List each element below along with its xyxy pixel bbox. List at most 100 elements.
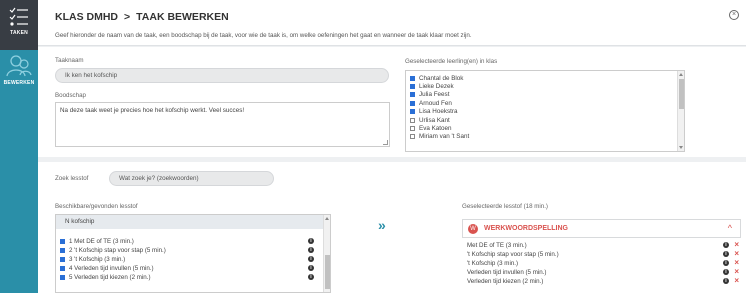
selected-item-label: Verleden tijd invullen (5 min.) xyxy=(467,269,547,276)
lesstof-panel: Zoek lesstof Wat zoek je? (zoekwoorden) … xyxy=(38,162,746,293)
taskname-input[interactable]: Ik ken het kofschip xyxy=(55,68,389,83)
checkbox[interactable] xyxy=(410,109,415,115)
resize-handle-icon[interactable] xyxy=(383,140,388,145)
scrollbar-thumb[interactable] xyxy=(325,255,330,289)
selected-list: Met DE of TE (3 min.) i × 't Kofschip stap… xyxy=(462,240,741,293)
available-label: Beschikbare/gevonden lesstof xyxy=(55,203,138,210)
students-label: Geselecteerde leerling(en) in klas xyxy=(405,58,498,65)
student-item[interactable]: Miriam van 't Sant xyxy=(410,133,680,141)
selected-item-label: 't Kofschip (3 min.) xyxy=(467,260,519,267)
scroll-down-icon[interactable] xyxy=(679,146,683,149)
student-list[interactable]: Chantal de Blok Lieke Dezek Julia Feest … xyxy=(405,70,685,152)
category-badge-icon: W xyxy=(468,223,478,234)
info-icon[interactable]: i xyxy=(308,247,314,253)
info-icon[interactable]: i xyxy=(308,238,314,244)
remove-icon[interactable]: × xyxy=(734,258,739,267)
selected-item-label: Verleden tijd kiezen (2 min.) xyxy=(467,278,544,285)
checkbox[interactable] xyxy=(410,75,415,81)
info-icon[interactable]: i xyxy=(308,265,314,271)
remove-icon[interactable]: × xyxy=(734,276,739,285)
available-item[interactable]: 5 Verleden tijd kiezen (2 min.) i xyxy=(56,273,324,282)
student-name: Chantal de Blok xyxy=(419,74,464,82)
checkbox[interactable] xyxy=(60,257,65,262)
info-icon[interactable]: i xyxy=(723,242,729,248)
instruction-text: Geef hieronder de naam van de taak, een … xyxy=(55,32,472,39)
page-header: KLAS DMHD > TAAK BEWERKEN × Geef hierond… xyxy=(38,0,746,46)
student-item[interactable]: Chantal de Blok xyxy=(410,74,680,82)
student-list-scrollbar[interactable] xyxy=(677,71,684,151)
student-item[interactable]: Julia Feest xyxy=(410,91,680,99)
student-name: Urlisa Kant xyxy=(419,116,450,124)
selected-item: Verleden tijd invullen (5 min.) i × xyxy=(467,267,741,277)
task-details-panel: Taaknaam Ik ken het kofschip Boodschap N… xyxy=(38,47,746,157)
breadcrumb-class[interactable]: KLAS DMHD xyxy=(55,11,118,23)
sidebar-item-label: TAKEN xyxy=(10,30,28,36)
page-title: TAAK BEWERKEN xyxy=(136,11,229,23)
student-item[interactable]: Urlisa Kant xyxy=(410,116,680,124)
available-item[interactable]: 1 Met DE of TE (3 min.) i xyxy=(56,237,324,246)
remove-icon[interactable]: × xyxy=(734,240,739,249)
student-name: Arnoud Fen xyxy=(419,99,452,107)
remove-icon[interactable]: × xyxy=(734,249,739,258)
student-name: Lisa Hoekstra xyxy=(419,108,458,116)
student-item[interactable]: Lisa Hoekstra xyxy=(410,108,680,116)
selected-item-label: 't Kofschip stap voor stap (5 min.) xyxy=(467,251,559,258)
checkbox[interactable] xyxy=(60,266,65,271)
checkbox[interactable] xyxy=(410,117,415,123)
checkbox[interactable] xyxy=(60,239,65,244)
message-label: Boodschap xyxy=(55,92,86,99)
available-list[interactable]: N kofschip 1 Met DE of TE (3 min.) i 2 't… xyxy=(55,214,331,293)
info-icon[interactable]: i xyxy=(308,274,314,280)
available-item[interactable]: 2 't Kofschip stap voor stap (5 min.) i xyxy=(56,246,324,255)
info-icon[interactable]: i xyxy=(308,256,314,262)
sidebar-item-label: BEWERKEN xyxy=(3,80,35,86)
student-name: Miriam van 't Sant xyxy=(419,133,470,141)
info-icon[interactable]: i xyxy=(723,269,729,275)
taskname-label: Taaknaam xyxy=(55,57,84,64)
message-textarea[interactable]: Na deze taak weet je precies hoe het kof… xyxy=(55,102,390,147)
task-list-icon xyxy=(9,7,28,26)
info-icon[interactable]: i xyxy=(723,260,729,266)
checkbox[interactable] xyxy=(60,248,65,253)
student-item[interactable]: Eva Katoen xyxy=(410,124,680,132)
sidebar-item-taken[interactable]: TAKEN xyxy=(0,0,38,50)
checkbox[interactable] xyxy=(410,84,415,90)
selected-label: Geselecteerde lesstof (18 min.) xyxy=(462,203,548,210)
remove-icon[interactable]: × xyxy=(734,267,739,276)
student-name: Julia Feest xyxy=(419,91,450,99)
student-item[interactable]: Arnoud Fen xyxy=(410,99,680,107)
chevron-up-icon[interactable]: ^ xyxy=(728,223,732,233)
info-icon[interactable]: i xyxy=(723,251,729,257)
selected-item-label: Met DE of TE (3 min.) xyxy=(467,242,527,249)
available-item[interactable]: 4 Verleden tijd invullen (5 min.) i xyxy=(56,264,324,273)
scrollbar-thumb[interactable] xyxy=(679,79,684,109)
student-item[interactable]: Lieke Dezek xyxy=(410,82,680,90)
available-item-label: 5 Verleden tijd kiezen (2 min.) xyxy=(69,274,151,281)
available-item-label: 3 't Kofschip (3 min.) xyxy=(69,256,126,263)
close-icon[interactable]: × xyxy=(729,10,739,20)
scroll-up-icon[interactable] xyxy=(679,73,683,76)
sidebar-item-bewerken[interactable]: BEWERKEN xyxy=(0,50,38,92)
student-name: Lieke Dezek xyxy=(419,83,454,91)
info-icon[interactable]: i xyxy=(723,278,729,284)
checkbox[interactable] xyxy=(410,134,415,140)
available-group-header[interactable]: N kofschip xyxy=(56,215,330,229)
users-icon xyxy=(6,55,32,77)
selected-item: Met DE of TE (3 min.) i × xyxy=(467,240,741,250)
selected-item: Verleden tijd kiezen (2 min.) i × xyxy=(467,276,741,286)
category-header[interactable]: W WERKWOORDSPELLING ^ xyxy=(462,219,741,238)
move-right-button[interactable]: » xyxy=(378,217,386,233)
available-list-scrollbar[interactable] xyxy=(323,215,330,292)
available-item-label: 2 't Kofschip stap voor stap (5 min.) xyxy=(69,247,166,254)
available-item-label: 4 Verleden tijd invullen (5 min.) xyxy=(69,265,154,272)
category-name: WERKWOORDSPELLING xyxy=(484,225,568,232)
search-input[interactable]: Wat zoek je? (zoekwoorden) xyxy=(109,171,274,186)
checkbox[interactable] xyxy=(410,92,415,98)
scroll-up-icon[interactable] xyxy=(325,217,329,220)
available-item[interactable]: 3 't Kofschip (3 min.) i xyxy=(56,255,324,264)
checkbox[interactable] xyxy=(60,275,65,280)
checkbox[interactable] xyxy=(410,126,415,132)
selected-item: 't Kofschip stap voor stap (5 min.) i × xyxy=(467,249,741,259)
checkbox[interactable] xyxy=(410,100,415,106)
breadcrumb: KLAS DMHD > TAAK BEWERKEN xyxy=(55,11,229,23)
